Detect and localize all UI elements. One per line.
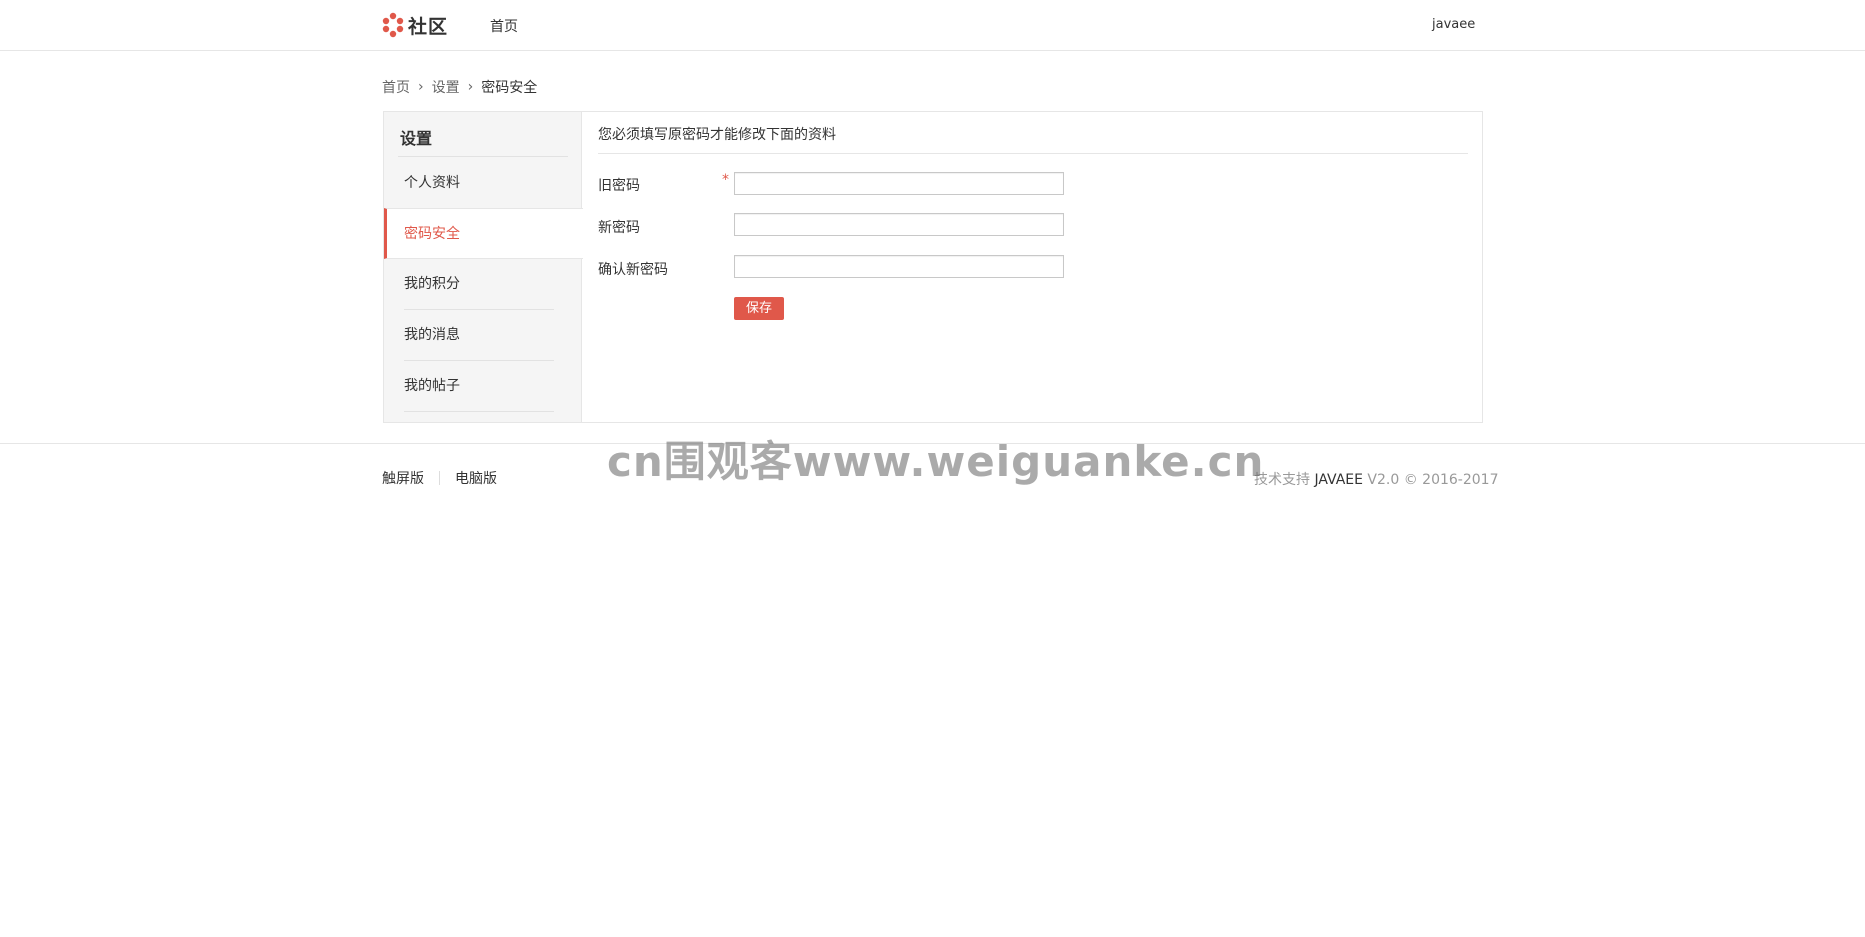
support-suffix: V2.0 © 2016-2017 [1367, 472, 1499, 488]
breadcrumb-current: 密码安全 [481, 80, 538, 96]
user-menu[interactable]: javaee [1432, 17, 1475, 32]
old-password-input[interactable] [734, 172, 1064, 195]
confirm-password-input[interactable] [734, 255, 1064, 278]
divider [404, 411, 554, 412]
password-form: 您必须填写原密码才能修改下面的资料 旧密码 * 新密码 确认新密码 保存 [598, 112, 1468, 422]
sidebar-item-label: 个人资料 [404, 175, 460, 191]
breadcrumb-chevron-icon: › [467, 79, 474, 95]
footer-link-desktop[interactable]: 电脑版 [455, 468, 497, 488]
breadcrumb: 首页 › 设置 › 密码安全 [382, 77, 537, 97]
nav-home-link[interactable]: 首页 [490, 16, 518, 36]
new-password-label: 新密码 [598, 220, 640, 236]
breadcrumb-chevron-icon: › [418, 79, 424, 95]
sidebar-item-label: 密码安全 [404, 226, 460, 242]
breadcrumb-settings[interactable]: 设置 [432, 77, 460, 97]
divider [598, 153, 1468, 154]
divider [398, 156, 568, 157]
new-password-input[interactable] [734, 213, 1064, 236]
divider [439, 471, 440, 485]
site-logo[interactable]: 社区 [382, 11, 448, 39]
watermark: cn围观客www.weiguanke.cn [607, 437, 1265, 486]
confirm-password-label: 确认新密码 [598, 262, 668, 278]
form-notice: 您必须填写原密码才能修改下面的资料 [598, 127, 836, 143]
required-mark: * [722, 172, 729, 188]
logo-text: 社区 [408, 15, 449, 38]
settings-panel: 设置 个人资料 密码安全 我的积分 我的消息 我的帖子 您必须填写原密码才能修改… [383, 111, 1483, 423]
footer-link-touch[interactable]: 触屏版 [382, 468, 424, 488]
settings-sidebar: 设置 个人资料 密码安全 我的积分 我的消息 我的帖子 [384, 112, 583, 422]
logo-flower-icon [382, 12, 404, 38]
breadcrumb-home[interactable]: 首页 [382, 77, 410, 97]
old-password-label: 旧密码 [598, 178, 640, 194]
sidebar-item-label: 我的消息 [404, 327, 460, 343]
sidebar-title: 设置 [400, 129, 433, 148]
sidebar-item-label: 我的帖子 [404, 378, 460, 394]
sidebar-item-label: 我的积分 [404, 276, 460, 292]
support-brand: JAVAEE [1314, 472, 1363, 488]
save-button[interactable]: 保存 [734, 297, 784, 320]
footer-links: 触屏版 电脑版 [382, 468, 497, 488]
footer-copyright: 技术支持 JAVAEE V2.0 © 2016-2017 [1254, 469, 1498, 489]
sidebar-item-messages[interactable]: 我的消息 [384, 310, 582, 361]
sidebar-item-points[interactable]: 我的积分 [384, 259, 582, 310]
top-navbar: 社区 首页 javaee [0, 0, 1865, 51]
sidebar-item-password-security[interactable]: 密码安全 [384, 208, 583, 259]
sidebar-item-profile[interactable]: 个人资料 [384, 158, 582, 209]
sidebar-item-posts[interactable]: 我的帖子 [384, 361, 582, 412]
